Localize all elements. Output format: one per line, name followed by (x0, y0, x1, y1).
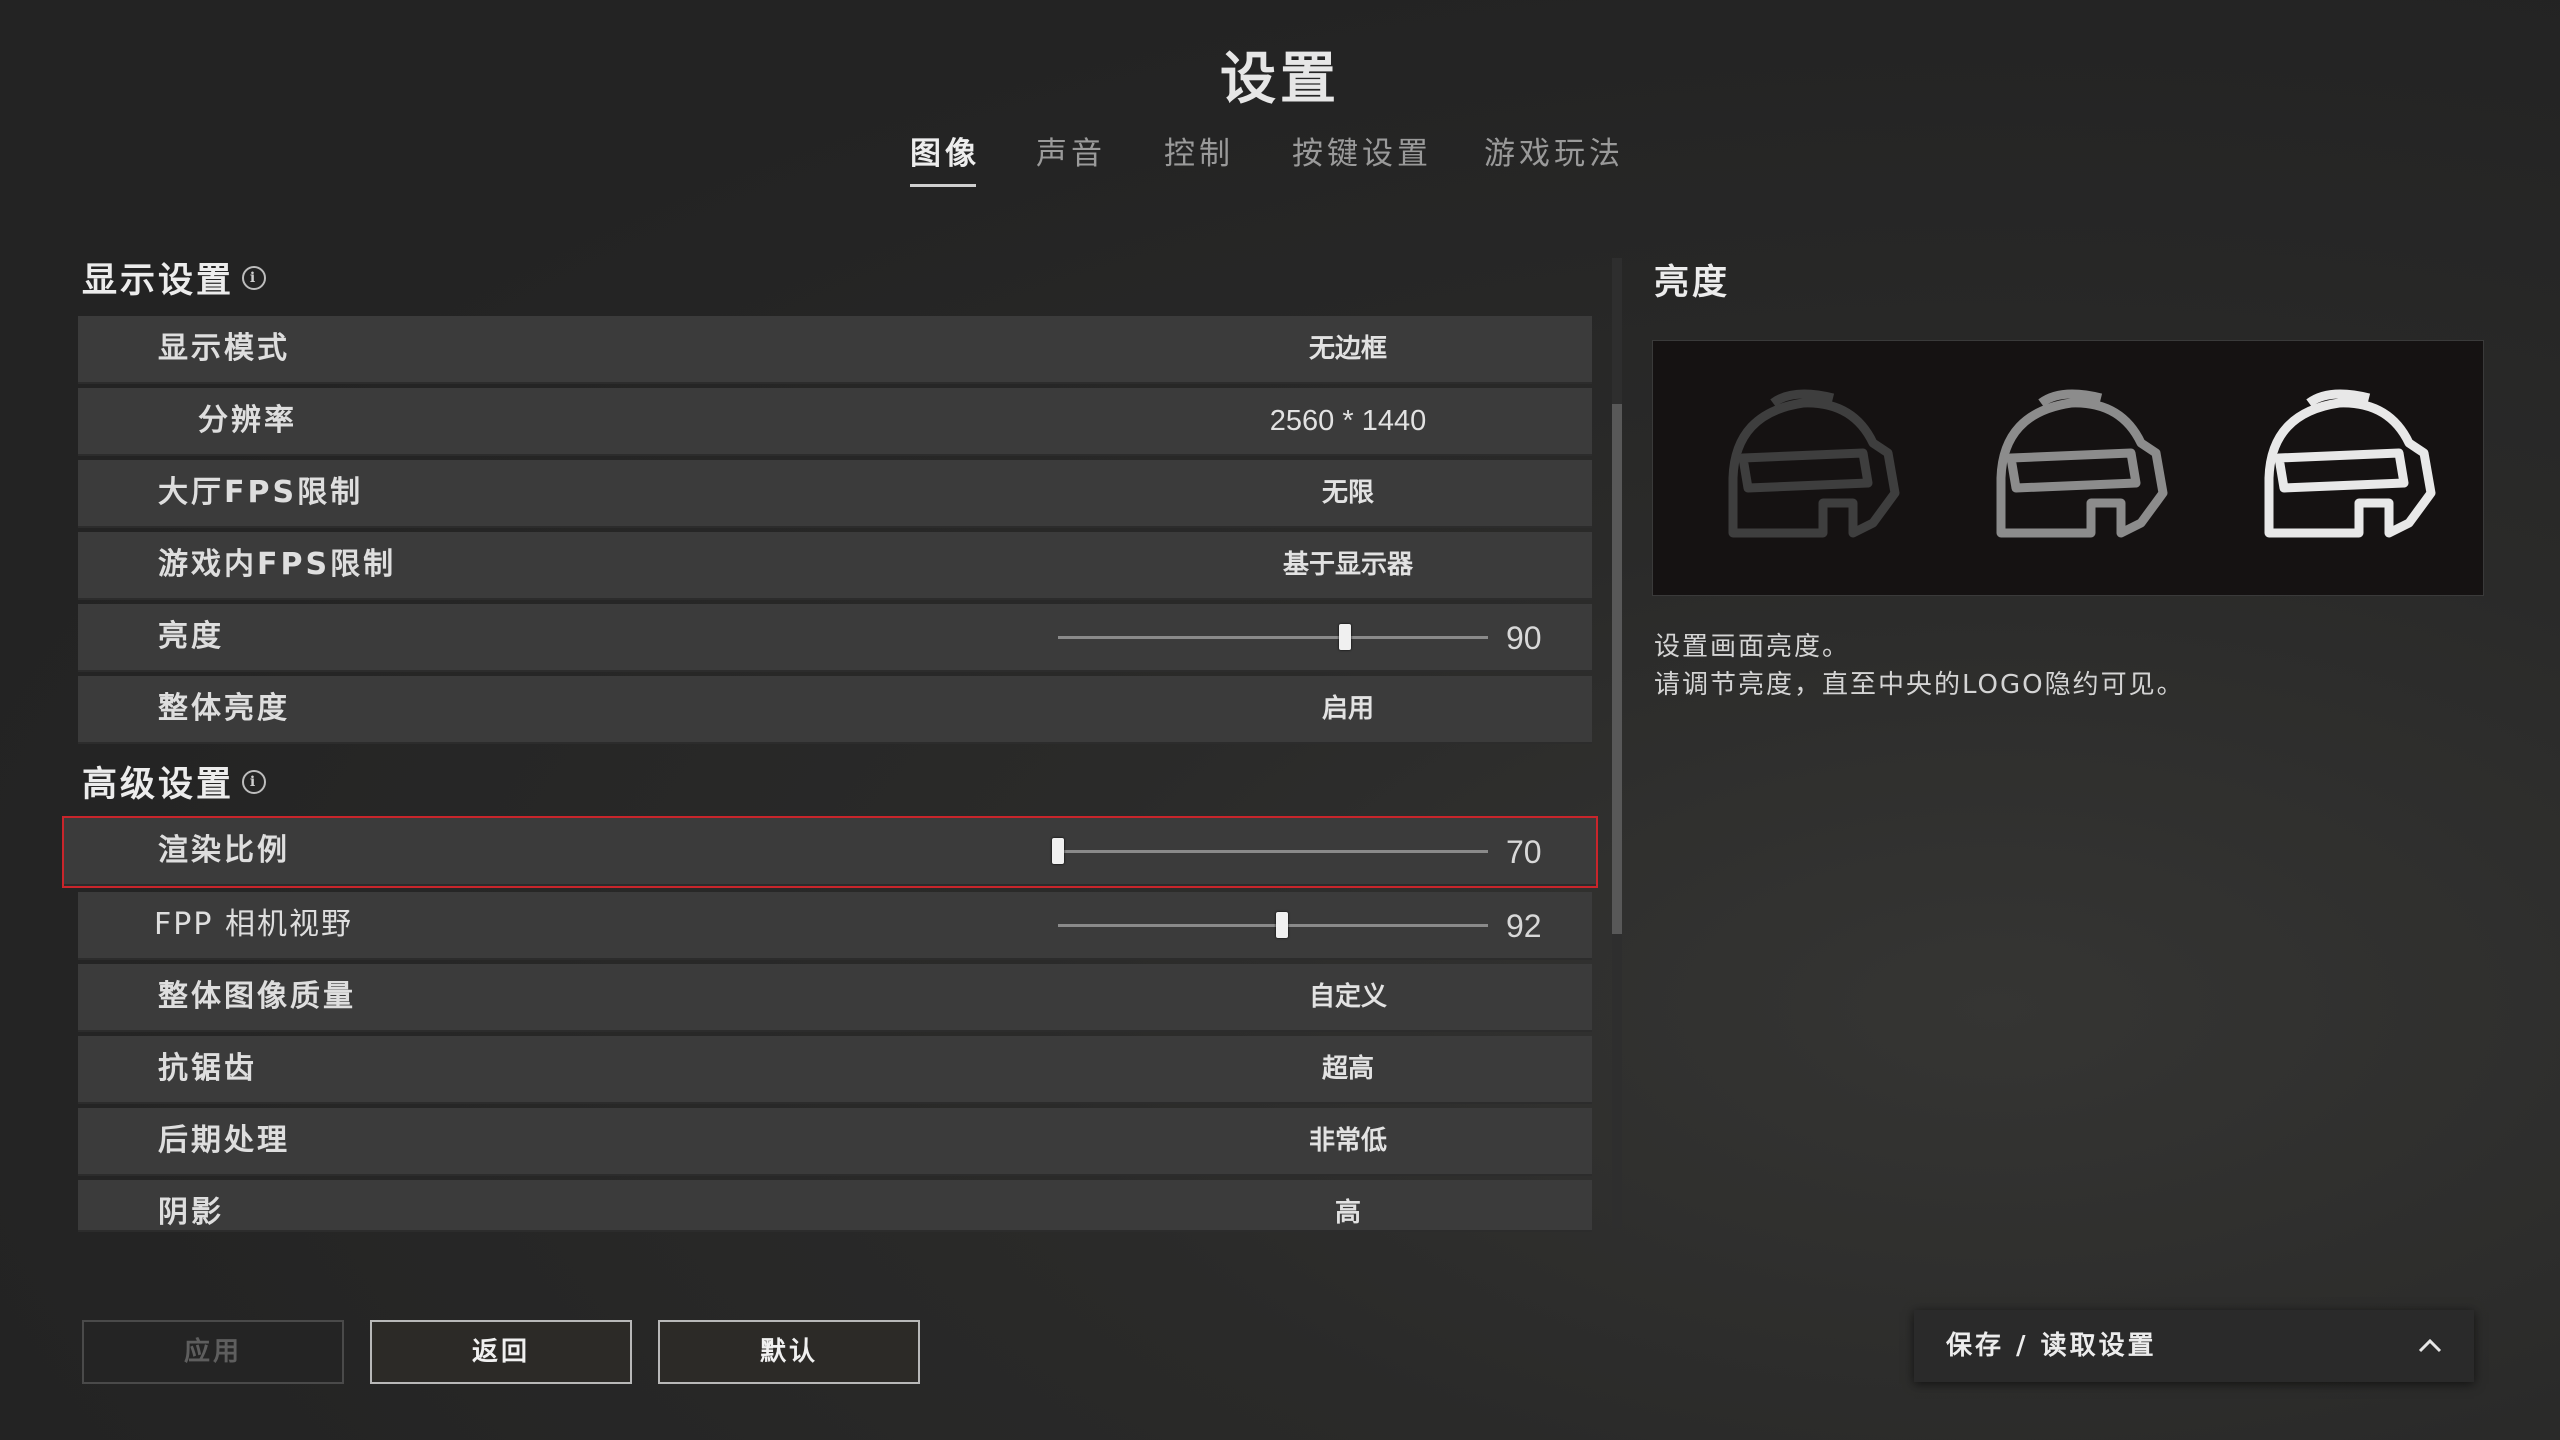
brightness-preview-image (1652, 340, 2484, 596)
setting-row-fpp-fov[interactable]: FPP 相机视野 92 (78, 892, 1592, 960)
tab-sound[interactable]: 声音 (1036, 128, 1106, 173)
brightness-slider[interactable] (1058, 624, 1488, 650)
default-button[interactable]: 默认 (658, 1320, 920, 1384)
fpp-fov-slider[interactable] (1058, 912, 1488, 938)
slider-value: 90 (1506, 620, 1542, 656)
setting-value[interactable]: 非常低 (1078, 1108, 1618, 1174)
setting-row-post-processing[interactable]: 后期处理 非常低 (78, 1108, 1592, 1176)
setting-label: FPP 相机视野 (154, 907, 353, 942)
slider-value: 92 (1506, 908, 1542, 944)
setting-value[interactable]: 高 (1078, 1180, 1592, 1230)
advanced-settings-heading: 高级设置 i (82, 756, 267, 807)
setting-label: 渲染比例 (158, 833, 290, 868)
setting-label: 后期处理 (158, 1123, 290, 1158)
chevron-up-icon (2418, 1338, 2442, 1353)
setting-row-lobby-fps[interactable]: 大厅FPS限制 无限 (78, 460, 1592, 528)
render-scale-slider[interactable] (1052, 838, 1488, 864)
setting-row-resolution[interactable]: 分辨率 2560 * 1440 (78, 388, 1592, 456)
back-button[interactable]: 返回 (370, 1320, 632, 1384)
slider-handle[interactable] (1276, 912, 1289, 938)
slider-value: 70 (1506, 834, 1542, 870)
description-text: 设置画面亮度。 请调节亮度，直至中央的LOGO隐约可见。 (1654, 628, 2185, 704)
advanced-settings-title: 高级设置 (82, 765, 235, 805)
setting-label: 显示模式 (158, 331, 290, 366)
setting-row-shadows[interactable]: 阴影 高 (78, 1180, 1592, 1232)
slider-handle[interactable] (1338, 624, 1351, 650)
tab-gameplay[interactable]: 游戏玩法 (1484, 128, 1624, 173)
description-title: 亮度 (1654, 263, 1731, 303)
apply-button[interactable]: 应用 (82, 1320, 344, 1384)
tab-keybindings[interactable]: 按键设置 (1292, 128, 1432, 173)
save-load-label: 保存 / 读取设置 (1946, 1331, 2157, 1361)
setting-label: 抗锯齿 (158, 1051, 257, 1086)
display-settings-title: 显示设置 (82, 261, 235, 301)
scrollbar-thumb[interactable] (1612, 404, 1622, 934)
setting-row-anti-aliasing[interactable]: 抗锯齿 超高 (78, 1036, 1592, 1104)
setting-label: 大厅FPS限制 (158, 475, 364, 510)
info-icon[interactable]: i (242, 769, 267, 794)
setting-value[interactable]: 无边框 (1078, 316, 1618, 382)
setting-label: 整体图像质量 (158, 979, 356, 1014)
description-line: 设置画面亮度。 (1654, 632, 1851, 662)
save-load-settings-button[interactable]: 保存 / 读取设置 (1914, 1310, 2474, 1382)
setting-label: 亮度 (158, 619, 224, 654)
setting-row-ingame-fps[interactable]: 游戏内FPS限制 基于显示器 (78, 532, 1592, 600)
setting-label: 整体亮度 (158, 691, 290, 726)
setting-value[interactable]: 无限 (1078, 460, 1618, 526)
page-title: 设置 (1220, 47, 1340, 112)
setting-value[interactable]: 2560 * 1440 (1078, 388, 1618, 454)
setting-label: 游戏内FPS限制 (158, 547, 397, 582)
description-line: 请调节亮度，直至中央的LOGO隐约可见。 (1654, 670, 2185, 700)
info-icon[interactable]: i (242, 265, 267, 290)
setting-row-render-scale[interactable]: 渲染比例 70 (62, 816, 1598, 888)
setting-label: 分辨率 (198, 403, 297, 438)
display-settings-heading: 显示设置 i (82, 252, 267, 303)
setting-label: 阴影 (158, 1195, 224, 1230)
helmet-logo-icon (1728, 389, 1900, 538)
setting-row-overall-brightness[interactable]: 整体亮度 启用 (78, 676, 1592, 744)
setting-row-display-mode[interactable]: 显示模式 无边框 (78, 316, 1592, 384)
setting-value[interactable]: 启用 (1078, 676, 1618, 742)
helmet-logo-icon (1996, 389, 2168, 538)
setting-value[interactable]: 自定义 (1078, 964, 1618, 1030)
tab-graphics[interactable]: 图像 (910, 128, 980, 187)
slider-handle[interactable] (1052, 838, 1064, 864)
setting-row-image-quality[interactable]: 整体图像质量 自定义 (78, 964, 1592, 1032)
setting-value[interactable]: 基于显示器 (1078, 532, 1618, 598)
helmet-logo-icon (2264, 389, 2436, 538)
setting-row-brightness[interactable]: 亮度 90 (78, 604, 1592, 672)
tab-control[interactable]: 控制 (1164, 128, 1234, 173)
setting-value[interactable]: 超高 (1078, 1036, 1618, 1102)
